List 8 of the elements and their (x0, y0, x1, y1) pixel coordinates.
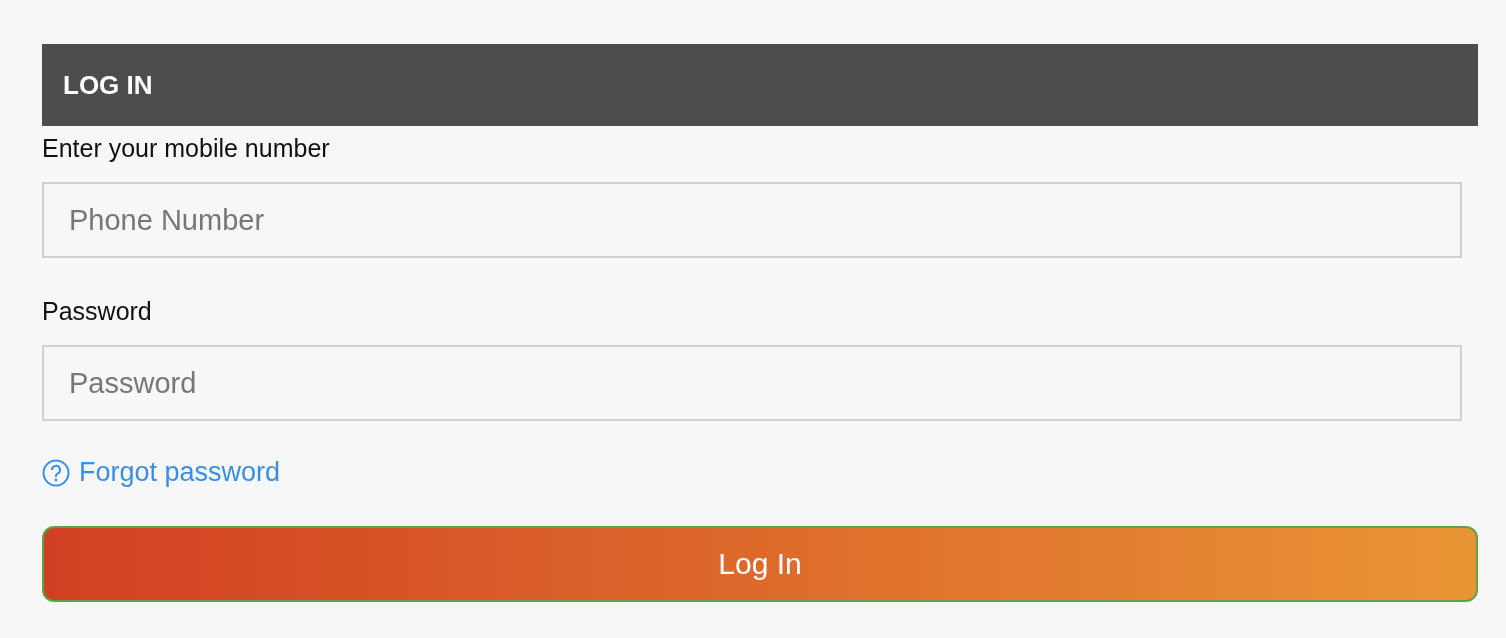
page-title: LOG IN (63, 69, 153, 101)
field-label: Password (42, 297, 153, 325)
login-button[interactable]: Log In (42, 526, 1478, 602)
input-field[interactable]: Phone Number (42, 182, 1462, 258)
input-field[interactable]: Password (42, 345, 1462, 421)
help-icon (42, 458, 70, 487)
field-label: Enter your mobile number (42, 134, 331, 162)
forgot-password-link[interactable]: Forgot password (42, 457, 281, 488)
